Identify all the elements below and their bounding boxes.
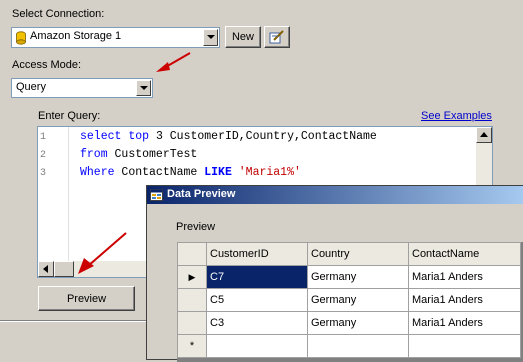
current-row-indicator: ▶ [177, 265, 207, 289]
see-examples-link[interactable]: See Examples [421, 110, 492, 122]
grid-cell[interactable]: Germany [307, 288, 409, 312]
line-number: 2 [40, 150, 47, 161]
title-bar[interactable]: Data Preview [147, 186, 523, 204]
query-line: from CustomerTest [80, 148, 198, 161]
database-icon [15, 31, 27, 48]
scroll-up-button[interactable] [476, 127, 492, 143]
grid-cell[interactable]: Germany [307, 265, 409, 289]
scroll-left-button[interactable] [38, 261, 54, 277]
chevron-down-icon[interactable] [136, 80, 151, 96]
row-header[interactable] [177, 288, 207, 312]
preview-button[interactable]: Preview [38, 286, 135, 311]
grid-cell[interactable]: Maria1 Anders [408, 288, 521, 312]
line-number: 1 [40, 132, 47, 143]
table-row[interactable]: ▶ C7 Germany Maria1 Anders [177, 265, 521, 289]
table-row[interactable]: C3 Germany Maria1 Anders [177, 311, 521, 335]
edit-connection-button[interactable] [264, 26, 290, 48]
grid-cell[interactable]: Maria1 Anders [408, 311, 521, 335]
table-row[interactable]: C5 Germany Maria1 Anders [177, 288, 521, 312]
grid-corner [177, 242, 207, 266]
edit-icon [269, 30, 285, 47]
grid-cell[interactable] [206, 334, 308, 358]
new-row[interactable]: * [177, 334, 521, 358]
enter-query-label: Enter Query: [38, 110, 101, 122]
annotation-arrow [156, 52, 191, 72]
access-mode-dropdown[interactable]: Query [11, 78, 153, 98]
grid-header-row: CustomerID Country ContactName [177, 242, 521, 266]
grid-cell[interactable] [307, 334, 409, 358]
grid-cell[interactable]: C5 [206, 288, 308, 312]
new-connection-button[interactable]: New [225, 26, 261, 48]
grid-cell[interactable]: Maria1 Anders [408, 265, 521, 289]
access-mode-value: Query [16, 81, 46, 93]
chevron-down-icon[interactable] [203, 29, 218, 46]
window-icon [150, 189, 163, 204]
column-header[interactable]: ContactName [408, 242, 521, 266]
column-header[interactable]: Country [307, 242, 409, 266]
column-header[interactable]: CustomerID [206, 242, 308, 266]
grid-cell[interactable]: Germany [307, 311, 409, 335]
window-title: Data Preview [167, 188, 236, 200]
query-line: Where ContactName LIKE 'Maria1%' [80, 166, 301, 179]
grid-cell[interactable]: C7 [206, 265, 308, 289]
connection-dropdown[interactable]: Amazon Storage 1 [11, 27, 220, 48]
line-number: 3 [40, 168, 47, 179]
grid-cell[interactable]: C3 [206, 311, 308, 335]
scroll-thumb[interactable] [54, 261, 74, 277]
connection-value: Amazon Storage 1 [30, 30, 122, 42]
query-line: select top 3 CustomerID,Country,ContactN… [80, 130, 377, 143]
annotation-arrow [78, 232, 127, 274]
select-connection-label: Select Connection: [12, 8, 105, 20]
access-mode-label: Access Mode: [12, 59, 82, 71]
preview-group-label: Preview [176, 221, 216, 233]
grid-cell[interactable] [408, 334, 521, 358]
data-preview-window: Data Preview Preview CustomerID Country … [146, 185, 523, 362]
new-row-indicator: * [177, 334, 207, 358]
row-header[interactable] [177, 311, 207, 335]
results-grid[interactable]: CustomerID Country ContactName ▶ C7 Germ… [177, 242, 523, 362]
line-number-gutter: 1 2 3 [38, 127, 69, 277]
